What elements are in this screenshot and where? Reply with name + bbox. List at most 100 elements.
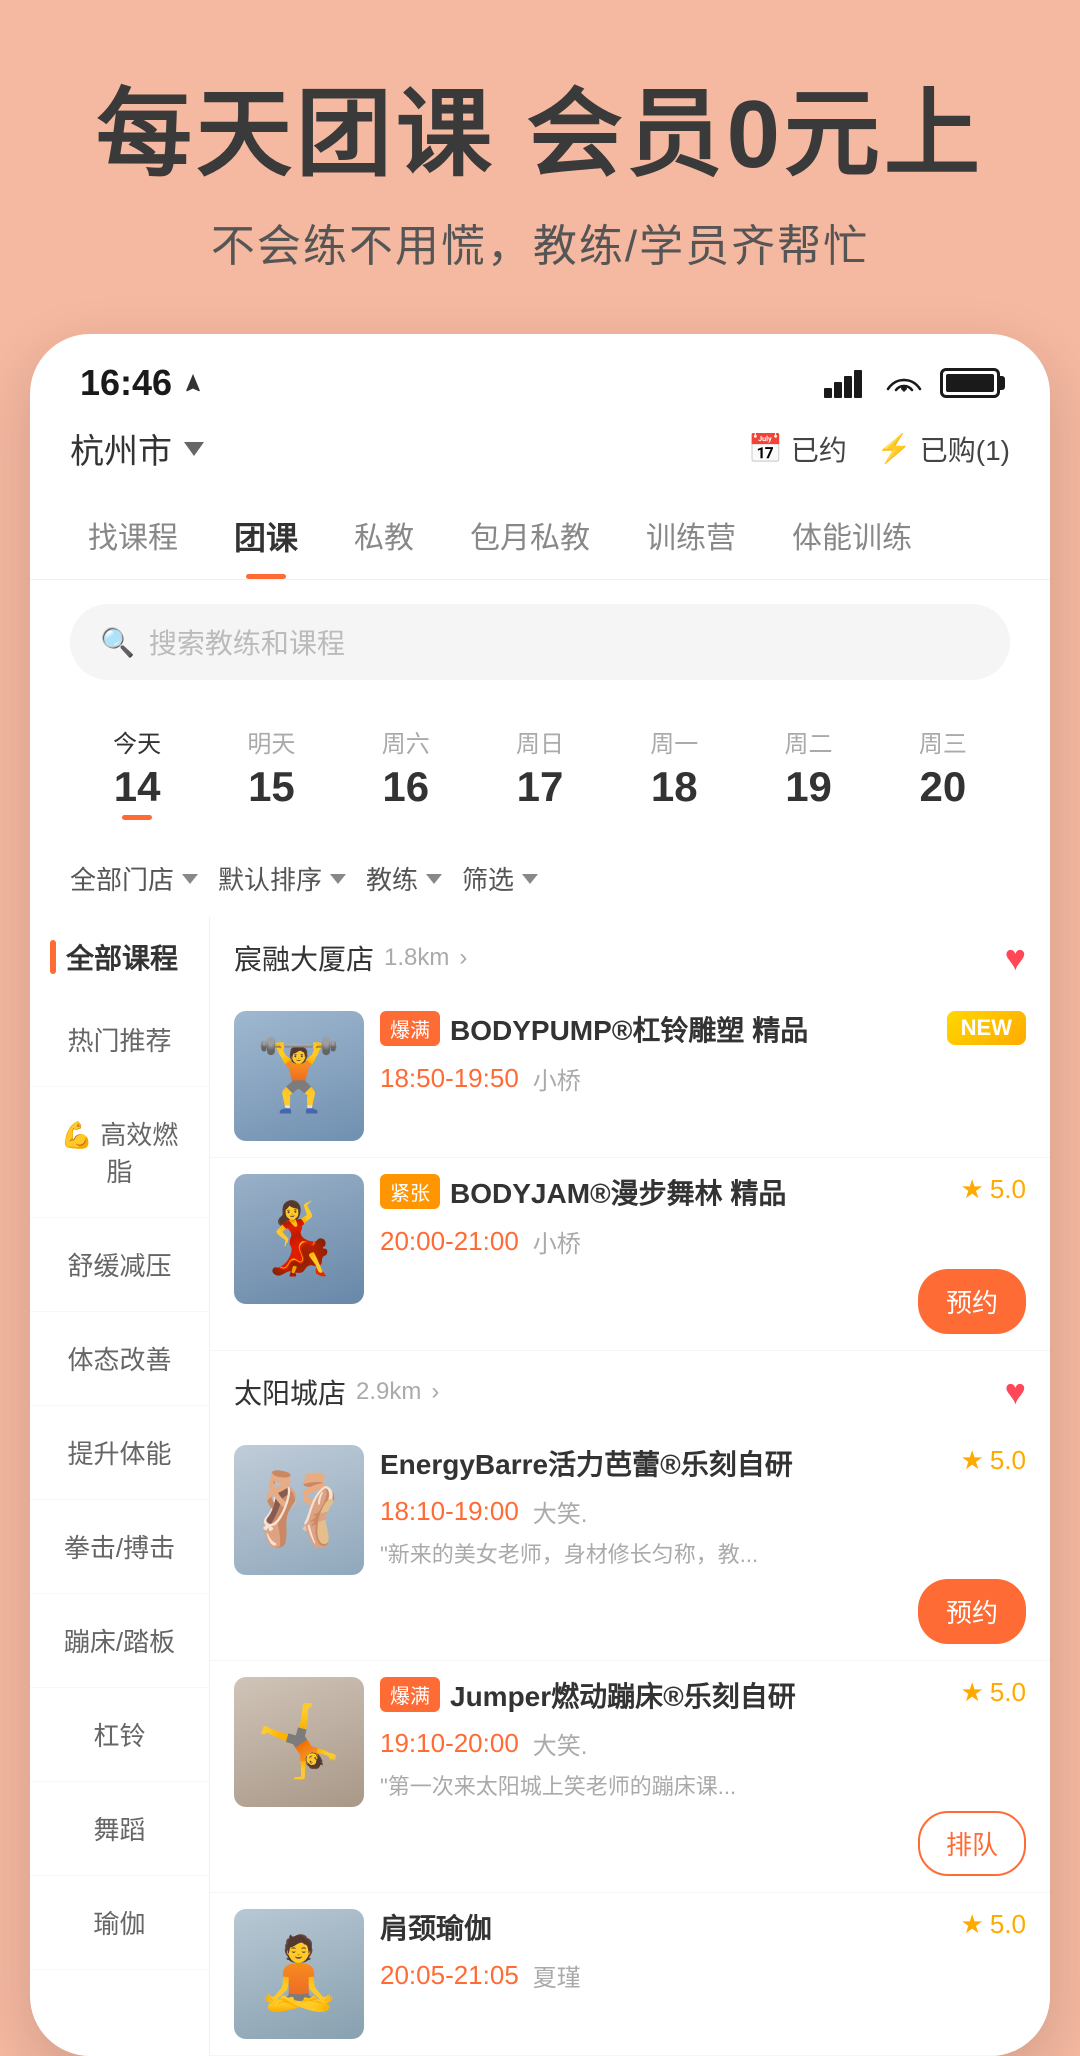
star-icon-2-1: ★ [961,1445,984,1476]
status-time: 16:46 [80,362,204,404]
filter-row: 全部门店 默认排序 教练 筛选 [30,850,1050,917]
battery-icon [940,368,1000,398]
sidebar-item-boxing[interactable]: 拳击/搏击 [30,1500,209,1594]
sidebar-item-dance[interactable]: 舞蹈 [30,1782,209,1876]
course-thumb-2-2: 🤸 [234,1677,364,1807]
filter-sort[interactable]: 默认排序 [218,860,346,897]
sidebar-item-posture[interactable]: 体态改善 [30,1312,209,1406]
course-thumb-2-1: 🩰 [234,1445,364,1575]
date-today[interactable]: 今天 14 [70,714,204,830]
date-5[interactable]: 周二 19 [741,714,875,830]
store-1-favorite[interactable]: ♥ [1005,937,1026,979]
date-1[interactable]: 明天 15 [204,714,338,830]
tab-find-course[interactable]: 找课程 [60,493,206,579]
store-1-info[interactable]: 宸融大厦店 1.8km › [234,938,467,978]
badge-star-2-3: ★ 5.0 [961,1909,1026,1940]
course-title-row-2-3: 肩颈瑜伽 ★ 5.0 [380,1909,1026,1948]
booked-button[interactable]: 📅 已约 [748,429,847,469]
filter-arrow-icon-2 [330,874,346,884]
course-info-1-2: 紧张 BODYJAM®漫步舞林 精品 ★ 5.0 20:00-21:00 小桥 … [380,1174,1026,1333]
filter-coach[interactable]: 教练 [366,860,442,897]
store-2-info[interactable]: 太阳城店 2.9km › [234,1372,439,1412]
badge-new-1-1: NEW [947,1011,1026,1045]
course-time-row-1-1: 18:50-19:50 小桥 [380,1061,1026,1096]
status-icons [824,368,1000,398]
date-2[interactable]: 周六 16 [339,714,473,830]
course-info-2-3: 肩颈瑜伽 ★ 5.0 20:05-21:05 夏瑾 [380,1909,1026,1993]
banner-title: 每天团课 会员0元上 [60,80,1020,190]
course-time-row-2-1: 18:10-19:00 大笑. [380,1494,1026,1529]
badge-star-2-1: ★ 5.0 [961,1445,1026,1476]
star-icon-2-3: ★ [961,1909,984,1940]
banner-subtitle: 不会练不用慌，教练/学员齐帮忙 [60,210,1020,274]
date-6[interactable]: 周三 20 [876,714,1010,830]
star-icon: ★ [961,1174,984,1205]
tab-group-class[interactable]: 团课 [206,493,326,579]
course-title-row-1-1: 爆满 BODYPUMP®杠铃雕塑 精品 NEW [380,1011,1026,1050]
store-2-favorite[interactable]: ♥ [1005,1371,1026,1413]
store-2-arrow-icon: › [431,1378,439,1406]
sidebar-item-yoga[interactable]: 瑜伽 [30,1876,209,1970]
search-bar[interactable]: 🔍 搜索教练和课程 [70,604,1010,680]
search-icon: 🔍 [100,626,135,659]
course-thumb-1-2: 💃 [234,1174,364,1304]
location-button[interactable]: 杭州市 [70,424,204,473]
header-actions: 📅 已约 ⚡ 已购(1) [748,429,1010,469]
sidebar-item-hot[interactable]: 热门推荐 [30,993,209,1087]
purchased-button[interactable]: ⚡ 已购(1) [877,429,1010,469]
course-title-row-1-2: 紧张 BODYJAM®漫步舞林 精品 ★ 5.0 [380,1174,1026,1213]
sidebar-item-trampoline[interactable]: 蹦床/踏板 [30,1594,209,1688]
card-bottom-row-1-2: 预约 [380,1269,1026,1334]
course-time-row-1-2: 20:00-21:00 小桥 [380,1224,1026,1259]
filter-arrow-icon-4 [522,874,538,884]
sidebar: 全部课程 热门推荐 💪 高效燃脂 舒缓减压 体态改善 提升体能 拳击/搏击 蹦床… [30,917,210,2056]
tab-fitness-training[interactable]: 体能训练 [764,493,940,579]
course-card-2-3: 🧘 肩颈瑜伽 ★ 5.0 20:05-21:05 夏瑾 [210,1893,1050,2056]
store-arrow-icon: › [459,944,467,972]
course-time-row-2-3: 20:05-21:05 夏瑾 [380,1958,1026,1993]
course-title-row-2-2: 爆满 Jumper燃动蹦床®乐刻自研 ★ 5.0 [380,1677,1026,1716]
course-info-2-2: 爆满 Jumper燃动蹦床®乐刻自研 ★ 5.0 19:10-20:00 大笑.… [380,1677,1026,1876]
filter-store[interactable]: 全部门店 [70,860,198,897]
star-icon-2-2: ★ [961,1677,984,1708]
course-thumb-2-3: 🧘 [234,1909,364,2039]
filter-more[interactable]: 筛选 [462,860,538,897]
course-thumb-1-1: 🏋️ [234,1011,364,1141]
badge-star-1-2: ★ 5.0 [961,1174,1026,1205]
signal-icon [824,368,868,398]
tab-camp[interactable]: 训练营 [618,493,764,579]
course-card-1-2: 💃 紧张 BODYJAM®漫步舞林 精品 ★ 5.0 20:00-21:00 小… [210,1158,1050,1350]
sidebar-item-relax[interactable]: 舒缓减压 [30,1218,209,1312]
course-card-1-1: 🏋️ 爆满 BODYPUMP®杠铃雕塑 精品 NEW 18:50-19:50 小… [210,995,1050,1158]
date-selector: 今天 14 明天 15 周六 16 周日 17 周一 18 周二 19 周三 2… [30,704,1050,850]
wifi-icon [884,368,924,398]
course-time-row-2-2: 19:10-20:00 大笑. [380,1726,1026,1761]
date-3[interactable]: 周日 17 [473,714,607,830]
queue-button-2-2[interactable]: 排队 [918,1811,1026,1876]
tab-monthly-private[interactable]: 包月私教 [442,493,618,579]
course-title-row-2-1: EnergyBarre活力芭蕾®乐刻自研 ★ 5.0 [380,1445,1026,1484]
phone-frame: 16:46 [30,334,1050,2056]
card-bottom-row-2-2: 排队 [380,1811,1026,1876]
date-4[interactable]: 周一 18 [607,714,741,830]
reserve-button-2-1[interactable]: 预约 [918,1579,1026,1644]
course-list: 宸融大厦店 1.8km › ♥ 🏋️ 爆满 BODYPUMP®杠铃雕塑 精品 N… [210,917,1050,2056]
course-info-1-1: 爆满 BODYPUMP®杠铃雕塑 精品 NEW 18:50-19:50 小桥 [380,1011,1026,1095]
search-input: 搜索教练和课程 [149,622,345,662]
course-card-2-1: 🩰 EnergyBarre活力芭蕾®乐刻自研 ★ 5.0 18:10-19:00… [210,1429,1050,1661]
filter-arrow-icon-3 [426,874,442,884]
sidebar-item-barbell[interactable]: 杠铃 [30,1688,209,1782]
tag-hot-1-1: 爆满 [380,1011,440,1046]
app-header: 杭州市 📅 已约 ⚡ 已购(1) [30,414,1050,493]
store-2-header: 太阳城店 2.9km › ♥ [210,1351,1050,1429]
tab-private[interactable]: 私教 [326,493,442,579]
course-card-2-2: 🤸 爆满 Jumper燃动蹦床®乐刻自研 ★ 5.0 19:10-20:00 大… [210,1661,1050,1893]
nav-tabs: 找课程 团课 私教 包月私教 训练营 体能训练 [30,493,1050,580]
filter-arrow-icon [182,874,198,884]
sidebar-item-fitness[interactable]: 提升体能 [30,1406,209,1500]
card-bottom-row-2-1: 预约 [380,1579,1026,1644]
reserve-button-1-2[interactable]: 预约 [918,1269,1026,1334]
location-dropdown-arrow [184,442,204,456]
sidebar-item-fat-burn[interactable]: 💪 高效燃脂 [30,1087,209,1218]
calendar-icon: 📅 [748,432,783,465]
